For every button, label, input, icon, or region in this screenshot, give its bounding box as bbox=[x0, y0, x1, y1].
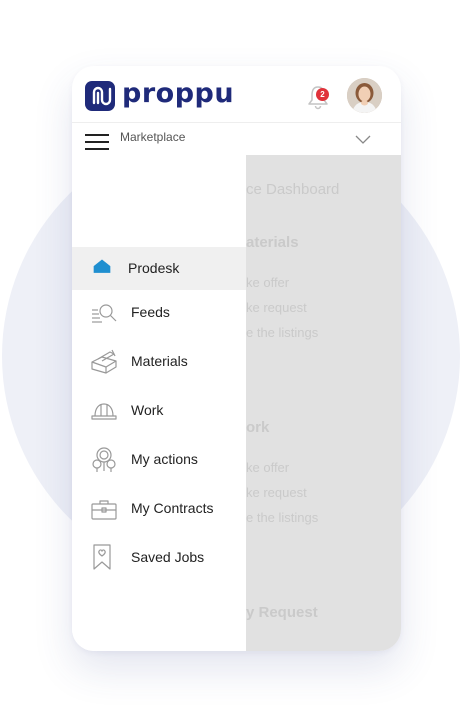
materials-link: ke request bbox=[246, 300, 307, 315]
menu-item-my-contracts[interactable]: My Contracts bbox=[72, 487, 246, 530]
notification-badge: 2 bbox=[316, 88, 329, 101]
actions-icon bbox=[92, 447, 116, 472]
avatar[interactable] bbox=[347, 78, 382, 113]
hamburger-menu-icon[interactable] bbox=[85, 134, 109, 150]
logo-text[interactable]: proppu bbox=[122, 78, 234, 109]
bookmark-heart-icon bbox=[93, 544, 111, 570]
menu-item-label: Saved Jobs bbox=[131, 549, 205, 565]
materials-heading: aterials bbox=[246, 234, 299, 251]
menu-item-feeds[interactable]: Feeds bbox=[72, 291, 246, 334]
hard-hat-icon bbox=[91, 403, 117, 420]
menu-item-label: Feeds bbox=[131, 304, 170, 320]
request-heading: y Request bbox=[246, 604, 318, 621]
logo-mark-icon[interactable] bbox=[85, 81, 115, 111]
menu-item-label: Materials bbox=[131, 353, 188, 369]
sub-header: Marketplace bbox=[72, 123, 401, 155]
work-link: ke request bbox=[246, 485, 307, 500]
navigation-drawer: Prodesk Feeds Materials Work My actions … bbox=[72, 155, 246, 651]
menu-item-materials[interactable]: Materials bbox=[72, 340, 246, 383]
menu-item-label: My actions bbox=[131, 451, 198, 467]
work-heading: ork bbox=[246, 419, 270, 436]
menu-item-prodesk[interactable]: Prodesk bbox=[72, 247, 246, 290]
home-icon bbox=[93, 259, 111, 273]
feeds-search-icon bbox=[92, 304, 117, 323]
section-title: Marketplace bbox=[120, 130, 186, 144]
drawer-backdrop[interactable]: ce Dashboard aterials ke offer ke reques… bbox=[246, 155, 401, 651]
phone-frame: proppu 2 Marketplace ce Dashboard ateria… bbox=[72, 66, 401, 651]
menu-item-label: My Contracts bbox=[131, 500, 214, 516]
work-link: ke offer bbox=[246, 460, 290, 475]
briefcase-icon bbox=[91, 500, 117, 520]
menu-item-label: Prodesk bbox=[128, 260, 180, 276]
materials-link: ke offer bbox=[246, 275, 290, 290]
top-bar: proppu 2 bbox=[72, 66, 401, 123]
materials-box-icon bbox=[91, 349, 117, 374]
work-link: e the listings bbox=[246, 510, 319, 525]
menu-item-my-actions[interactable]: My actions bbox=[72, 438, 246, 481]
menu-item-label: Work bbox=[131, 402, 164, 418]
menu-item-saved-jobs[interactable]: Saved Jobs bbox=[72, 536, 246, 579]
dashboard-title: ce Dashboard bbox=[246, 181, 340, 198]
chevron-down-icon[interactable] bbox=[355, 135, 371, 145]
menu-item-work[interactable]: Work bbox=[72, 389, 246, 432]
materials-link: e the listings bbox=[246, 325, 319, 340]
